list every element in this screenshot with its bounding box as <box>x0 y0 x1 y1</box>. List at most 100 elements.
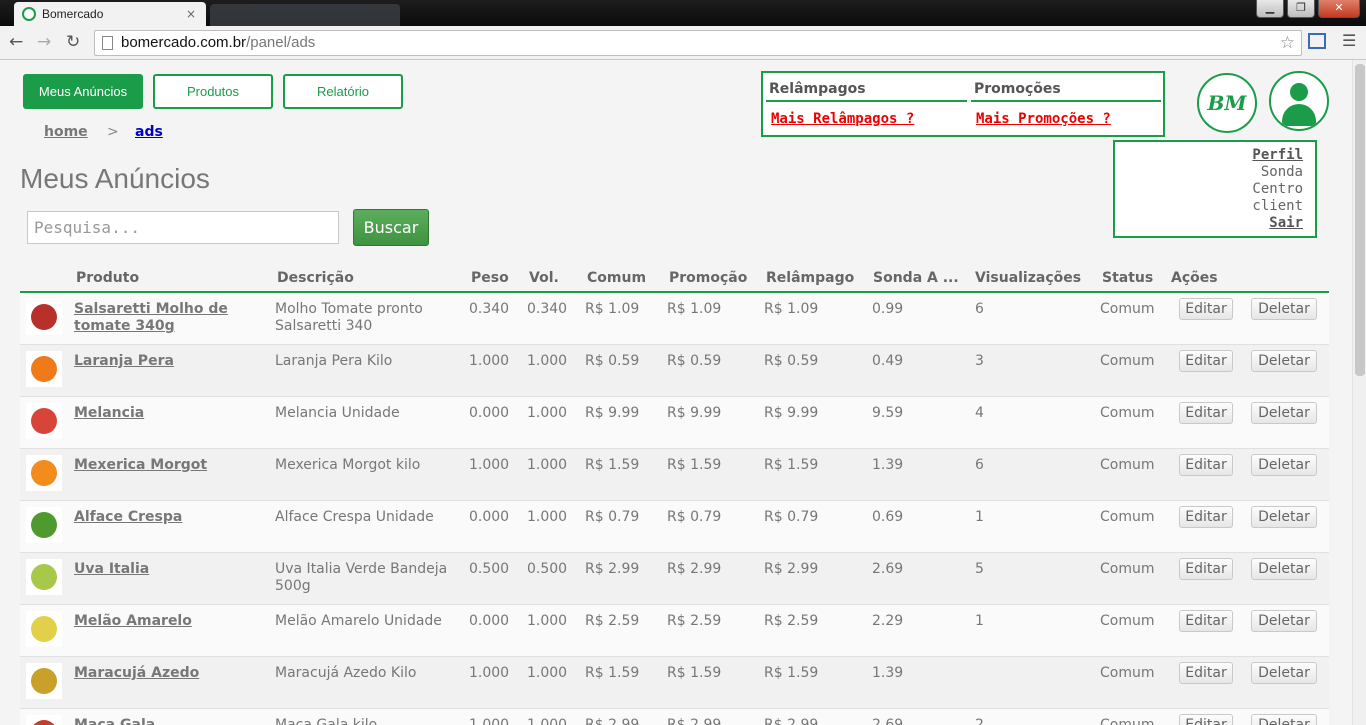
delete-button[interactable]: Deletar <box>1251 506 1317 528</box>
col-peso[interactable]: Peso <box>471 270 509 286</box>
cell-comum: R$ 2.99 <box>585 717 640 725</box>
cell-promocao: R$ 1.59 <box>667 665 722 681</box>
product-thumbnail[interactable] <box>26 351 62 387</box>
profile-box: Perfil Sonda Centro client Sair <box>1113 140 1317 238</box>
nav-meus-anuncios-button[interactable]: Meus Anúncios <box>23 74 143 109</box>
col-produto[interactable]: Produto <box>76 270 139 286</box>
favicon-icon <box>22 7 36 21</box>
col-visualizacoes[interactable]: Visualizações <box>975 270 1081 286</box>
edit-button[interactable]: Editar <box>1179 714 1233 725</box>
product-image-icon <box>31 408 57 434</box>
nav-produtos-button[interactable]: Produtos <box>153 74 273 109</box>
product-thumbnail[interactable] <box>26 663 62 699</box>
edit-button[interactable]: Editar <box>1179 454 1233 476</box>
back-icon[interactable]: ← <box>9 32 23 52</box>
cast-icon[interactable] <box>1308 33 1326 49</box>
delete-button[interactable]: Deletar <box>1251 454 1317 476</box>
delete-button[interactable]: Deletar <box>1251 662 1317 684</box>
product-thumbnail[interactable] <box>26 507 62 543</box>
delete-button[interactable]: Deletar <box>1251 350 1317 372</box>
col-vol[interactable]: Vol. <box>529 270 559 286</box>
cell-produto[interactable]: Maracujá Azedo <box>74 665 254 682</box>
relampagos-divider <box>766 100 967 102</box>
url-field[interactable]: bomercado.com.br/panel/ads ☆ <box>94 30 1302 56</box>
col-promocao[interactable]: Promoção <box>669 270 747 286</box>
delete-button[interactable]: Deletar <box>1251 298 1317 320</box>
nav-relatorio-button[interactable]: Relatório <box>283 74 403 109</box>
edit-button[interactable]: Editar <box>1179 558 1233 580</box>
breadcrumb-ads-link[interactable]: ads <box>135 124 163 140</box>
edit-button[interactable]: Editar <box>1179 402 1233 424</box>
cell-views: 6 <box>975 301 984 317</box>
col-acoes: Ações <box>1171 270 1218 286</box>
product-thumbnail[interactable] <box>26 559 62 595</box>
product-thumbnail[interactable] <box>26 611 62 647</box>
col-status[interactable]: Status <box>1102 270 1153 286</box>
user-avatar-icon[interactable] <box>1269 71 1329 131</box>
cell-produto[interactable]: Maca Gala <box>74 717 254 725</box>
search-input[interactable] <box>27 211 339 244</box>
product-thumbnail[interactable] <box>26 403 62 439</box>
cell-comum: R$ 1.59 <box>585 457 640 473</box>
mais-relampagos-link[interactable]: Mais Relâmpagos ? <box>771 111 914 127</box>
cell-status: Comum <box>1100 353 1155 369</box>
product-thumbnail[interactable] <box>26 455 62 491</box>
edit-button[interactable]: Editar <box>1179 298 1233 320</box>
bookmark-star-icon[interactable]: ☆ <box>1280 31 1295 55</box>
cell-promocao: R$ 2.59 <box>667 613 722 629</box>
browser-tab-inactive[interactable] <box>210 4 400 26</box>
relampagos-heading: Relâmpagos <box>769 81 866 97</box>
edit-button[interactable]: Editar <box>1179 350 1233 372</box>
browser-tab[interactable]: Bomercado × <box>14 2 206 26</box>
delete-button[interactable]: Deletar <box>1251 714 1317 725</box>
col-comum[interactable]: Comum <box>587 270 646 286</box>
menu-icon[interactable]: ☰ <box>1342 31 1356 50</box>
page-title: Meus Anúncios <box>20 163 210 194</box>
bomercado-logo[interactable]: BM <box>1197 73 1257 133</box>
product-image-icon <box>31 564 57 590</box>
cell-peso: 1.000 <box>469 665 510 681</box>
cell-sonda: 2.69 <box>872 561 904 577</box>
tab-close-icon[interactable]: × <box>186 7 196 21</box>
close-window-button[interactable]: ✕ <box>1318 0 1360 18</box>
delete-button[interactable]: Deletar <box>1251 610 1317 632</box>
edit-button[interactable]: Editar <box>1179 610 1233 632</box>
cell-comum: R$ 0.79 <box>585 509 640 525</box>
cell-produto[interactable]: Salsaretti Molho de tomate 340g <box>74 301 254 335</box>
cell-produto[interactable]: Mexerica Morgot <box>74 457 254 474</box>
cell-views: 2 <box>975 717 984 725</box>
promocoes-heading: Promoções <box>974 81 1061 97</box>
cell-relampago: R$ 9.99 <box>764 405 819 421</box>
scrollbar-thumb[interactable] <box>1355 64 1365 376</box>
sair-link[interactable]: Sair <box>1115 215 1303 232</box>
perfil-link[interactable]: Perfil <box>1115 147 1303 164</box>
edit-button[interactable]: Editar <box>1179 662 1233 684</box>
col-relampago[interactable]: Relâmpago <box>766 270 854 286</box>
cell-produto[interactable]: Alface Crespa <box>74 509 254 526</box>
buscar-button[interactable]: Buscar <box>353 209 429 246</box>
browser-titlebar: Bomercado × ▁ ❐ ✕ <box>0 0 1366 26</box>
breadcrumb-home-link[interactable]: home <box>44 124 88 140</box>
cell-produto[interactable]: Melancia <box>74 405 254 422</box>
cell-produto[interactable]: Laranja Pera <box>74 353 254 370</box>
delete-button[interactable]: Deletar <box>1251 558 1317 580</box>
product-thumbnail[interactable] <box>26 299 62 335</box>
cell-produto[interactable]: Melão Amarelo <box>74 613 254 630</box>
cell-sonda: 9.59 <box>872 405 904 421</box>
cell-promocao: R$ 1.59 <box>667 457 722 473</box>
edit-button[interactable]: Editar <box>1179 506 1233 528</box>
page-scrollbar[interactable] <box>1352 60 1366 725</box>
forward-icon[interactable]: → <box>37 32 51 52</box>
delete-button[interactable]: Deletar <box>1251 402 1317 424</box>
maximize-button[interactable]: ❐ <box>1287 0 1315 18</box>
product-thumbnail[interactable] <box>26 715 62 725</box>
cell-descricao: Alface Crespa Unidade <box>275 509 434 525</box>
col-descricao[interactable]: Descrição <box>277 270 354 286</box>
col-sonda[interactable]: Sonda A ... <box>873 270 959 286</box>
mais-promocoes-link[interactable]: Mais Promoções ? <box>976 111 1111 127</box>
reload-icon[interactable]: ↻ <box>66 32 80 52</box>
cell-views: 4 <box>975 405 984 421</box>
minimize-button[interactable]: ▁ <box>1256 0 1284 18</box>
cell-produto[interactable]: Uva Italia <box>74 561 254 578</box>
cell-promocao: R$ 2.99 <box>667 561 722 577</box>
